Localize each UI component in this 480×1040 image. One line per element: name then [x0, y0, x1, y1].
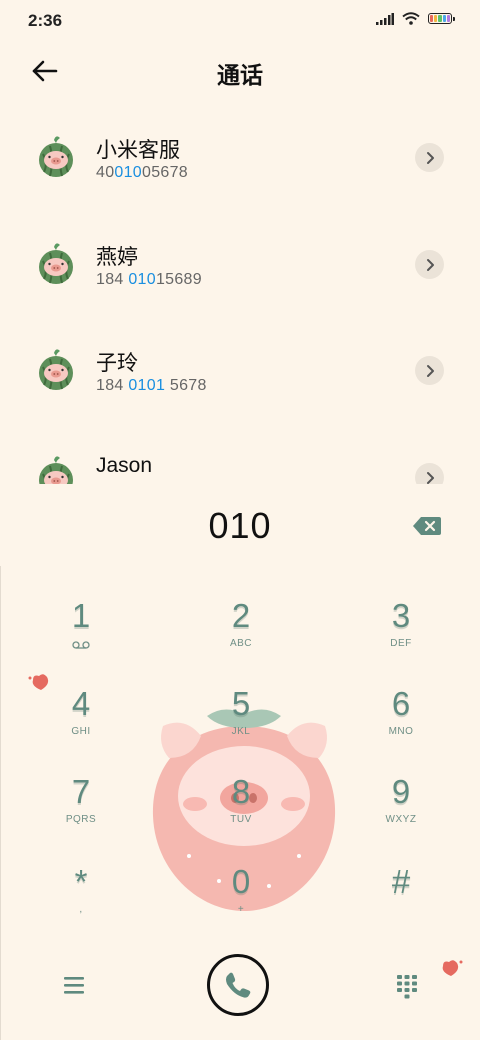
dial-key-digit: 5	[231, 685, 251, 722]
dial-key[interactable]: 0 +	[186, 862, 296, 942]
dial-key-digit: #	[391, 863, 411, 900]
wifi-icon	[402, 12, 420, 25]
contact-name: 燕婷	[96, 246, 138, 269]
dial-key-digit: 3	[391, 597, 411, 634]
avatar	[36, 241, 76, 285]
phone-icon	[226, 972, 251, 998]
number-match-highlight: 010	[128, 271, 156, 288]
contact-detail-button[interactable]	[415, 356, 444, 385]
dial-key[interactable]: 5 JKL	[186, 684, 296, 764]
contact-number: 4001005678	[96, 164, 188, 182]
status-bar: 2:36	[0, 0, 480, 44]
battery-segment	[442, 15, 446, 22]
number-prefix: 184	[96, 271, 129, 288]
call-button[interactable]	[207, 954, 269, 1016]
signal-icon	[376, 12, 394, 25]
contact-name: 子玲	[96, 352, 138, 375]
dial-key[interactable]: 8 TUV	[186, 772, 296, 852]
dial-key-letters: PQRS	[65, 814, 97, 825]
dial-key-letters: +	[237, 904, 245, 915]
chevron-right-icon	[426, 151, 434, 164]
dial-key[interactable]: 1	[26, 596, 136, 676]
number-suffix: 05678	[142, 164, 189, 181]
dial-key-letters: WXYZ	[385, 814, 417, 825]
contact-item[interactable]: 小米客服 4001005678	[0, 106, 480, 206]
number-prefix: 184	[96, 377, 129, 394]
dial-key[interactable]: #	[346, 862, 456, 942]
dial-key[interactable]: 3 DEF	[346, 596, 456, 676]
dial-key-letters: MNO	[388, 726, 414, 737]
status-icons	[376, 12, 455, 25]
contact-detail-button[interactable]	[415, 143, 444, 172]
dial-key-letters: DEF	[390, 638, 412, 649]
number-match-highlight: 010	[114, 164, 143, 181]
dial-key[interactable]: 7 PQRS	[26, 772, 136, 852]
chevron-right-icon	[426, 471, 434, 484]
number-suffix: 15689	[155, 271, 202, 288]
avatar	[36, 347, 76, 391]
avatar	[36, 454, 76, 484]
dial-key-letters: ,	[79, 904, 83, 915]
dial-key-digit: 2	[231, 597, 251, 634]
contact-name: Jason	[96, 454, 153, 477]
contact-number: 184 01015689	[96, 271, 202, 289]
battery-segment	[434, 15, 438, 22]
header: 通话	[0, 44, 480, 96]
dialed-number-display: 010	[208, 505, 272, 546]
dial-key-digit: 0	[231, 863, 251, 900]
battery-segment	[430, 15, 434, 22]
dial-key-letters: GHI	[71, 726, 91, 737]
contact-item[interactable]: Jason	[0, 426, 480, 484]
contact-suggestion-list[interactable]: 小米客服 4001005678 燕婷 184 01015689 子玲 184 0101 5…	[0, 106, 480, 484]
contact-detail-button[interactable]	[415, 463, 444, 484]
voicemail-icon	[26, 636, 136, 654]
dial-key-digit: 4	[71, 685, 91, 722]
dial-key-digit: 6	[391, 685, 411, 722]
dial-key-digit: 8	[231, 773, 251, 810]
contact-detail-button[interactable]	[415, 250, 444, 279]
contact-item[interactable]: 子玲 184 0101 5678	[0, 319, 480, 419]
dial-key-letters: ABC	[229, 638, 253, 649]
backspace-icon[interactable]	[412, 515, 442, 537]
dial-key-digit: *	[74, 863, 88, 900]
dial-key[interactable]: *,	[26, 862, 136, 942]
dial-key[interactable]: 9 WXYZ	[346, 772, 456, 852]
battery-segment	[438, 15, 442, 22]
bottom-action-bar	[0, 950, 480, 1040]
contact-name: 小米客服	[96, 139, 180, 162]
dial-key-digit: 1	[71, 597, 91, 634]
dialpad-toggle-icon[interactable]	[396, 974, 418, 1000]
number-suffix: 5678	[165, 377, 207, 394]
contact-item[interactable]: 燕婷 184 01015689	[0, 213, 480, 313]
number-prefix: 40	[96, 164, 115, 181]
avatar	[36, 134, 76, 178]
dial-key[interactable]: 6 MNO	[346, 684, 456, 764]
dial-key[interactable]: 2 ABC	[186, 596, 296, 676]
number-match-highlight: 0101	[128, 377, 166, 394]
dial-key[interactable]: 4 GHI	[26, 684, 136, 764]
contact-number: 184 0101 5678	[96, 377, 207, 395]
dial-key-letters: JKL	[231, 726, 251, 737]
dial-key-letters: TUV	[230, 814, 252, 825]
chevron-right-icon	[426, 258, 434, 271]
page-title: 通话	[217, 62, 263, 88]
status-time: 2:36	[28, 11, 63, 30]
chevron-right-icon	[426, 364, 434, 377]
menu-icon[interactable]	[62, 974, 86, 996]
dial-key-digit: 7	[71, 773, 91, 810]
dial-key-digit: 9	[391, 773, 411, 810]
battery-icon	[428, 13, 455, 24]
battery-segment	[446, 15, 451, 22]
